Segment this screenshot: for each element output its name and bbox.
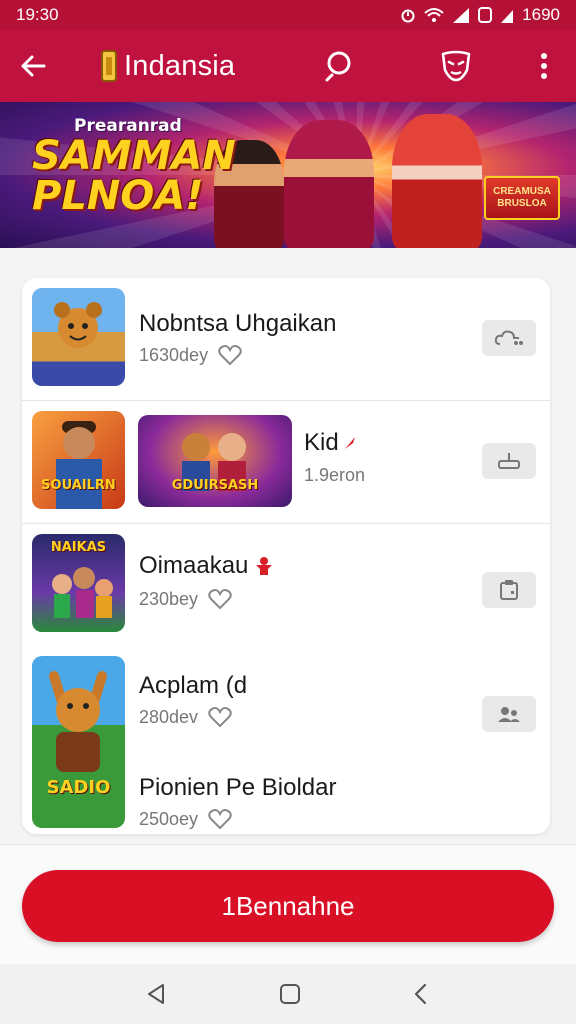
logo-icon [101,50,117,82]
app-meta-text: 250oey [139,808,199,829]
app-action-button[interactable] [482,320,536,356]
clipboard-icon [500,580,518,600]
app-bar: Indansia [0,30,576,102]
install-icon [498,453,520,469]
app-title: Kid [304,429,357,457]
back-button[interactable] [0,30,66,102]
status-battery-text: 1690 [522,5,560,24]
list-item[interactable]: NAIKAS Oimaakau 230bey [22,524,550,644]
app-title: Indansia [124,49,236,82]
back-arrow-icon [21,55,46,77]
list-item[interactable]: Acplam (d 280dev [22,644,550,744]
app-action-button[interactable] [482,443,536,479]
app-meta: 1630dey [139,344,242,366]
list-item[interactable]: Pionien Pe Bioldar 250oey [22,744,550,834]
cloud-download-icon [494,330,523,345]
heart-icon[interactable] [208,588,232,610]
banner-character-fox [392,114,482,248]
app-thumbnail: SOUAILRN [32,411,125,509]
app-action-button[interactable] [482,572,536,608]
app-meta: 1.9eron [304,465,365,486]
chevron-back-icon[interactable] [411,982,431,1006]
triangle-back-icon[interactable] [145,982,169,1006]
thumbnail-caption: SOUAILRN [41,478,116,493]
app-meta-text: 230bey [139,588,199,609]
more-vert-icon [541,53,547,79]
thumbnail-caption: NAIKAS [50,540,107,555]
app-action-button[interactable] [482,696,536,732]
status-bar: 19:30 1690 [0,0,576,30]
list-item[interactable]: SOUAILRN GDUIRSASH Kid 1.9eron [22,401,550,523]
app-meta: 230bey [139,588,232,610]
status-icons: 1690 [400,5,560,25]
alarm-icon [401,9,415,23]
status-time: 19:30 [16,5,59,24]
featured-thumbnail: GDUIRSASH [138,415,292,507]
mask-icon [441,50,471,82]
wifi-icon [424,8,444,22]
app-title: Acplam (d [139,672,248,699]
app-meta-text: 280dev [139,706,199,727]
character-face-icon [56,421,102,509]
app-logo: Indansia [100,49,235,83]
app-meta-text: 1630dey [139,344,209,365]
more-options-button[interactable] [520,42,568,90]
banner-character-hooded [284,120,374,248]
app-meta: 280dev [139,706,232,728]
red-figure-icon [256,557,273,575]
search-button[interactable] [316,42,364,90]
system-nav-bar [0,964,576,1024]
app-thumbnail: NAIKAS [32,534,125,632]
search-icon [325,51,351,82]
app-list: Nobntsa Uhgaikan 1630dey SOUAILRN GDUIRS… [22,278,550,834]
app-title-text: Oimaakau [139,552,249,579]
heart-icon[interactable] [208,706,232,728]
character-face-icon [54,302,102,348]
heart-icon[interactable] [218,344,242,366]
app-thumbnail [32,288,125,386]
red-flag-icon [344,437,355,449]
list-item[interactable]: Nobntsa Uhgaikan 1630dey [22,278,550,400]
app-title: Pionien Pe Bioldar [139,774,337,801]
characters-group-icon [182,433,246,491]
square-home-icon[interactable] [279,983,301,1005]
banner-sign: CREAMUSA BRUSLOA [484,176,560,220]
primary-action-button[interactable]: 1Bennahne [22,870,554,942]
app-title-text: Kid [304,429,339,456]
app-meta: 250oey [139,808,232,830]
nfc-icon [478,7,493,23]
banner-big-text: SAMMAN PLNOA! [32,133,236,219]
promo-banner[interactable]: Prearanrad SAMMAN PLNOA! CREAMUSA BRUSLO… [0,102,576,248]
mask-button[interactable] [432,42,480,90]
heart-icon[interactable] [208,808,232,830]
signal-icon [453,8,470,23]
signal-2-icon [501,10,514,23]
users-icon [498,707,520,722]
app-meta-text: 1.9eron [304,465,366,485]
app-title: Oimaakau [139,552,274,580]
featured-caption: GDUIRSASH [171,478,259,493]
app-title: Nobntsa Uhgaikan [139,310,337,337]
